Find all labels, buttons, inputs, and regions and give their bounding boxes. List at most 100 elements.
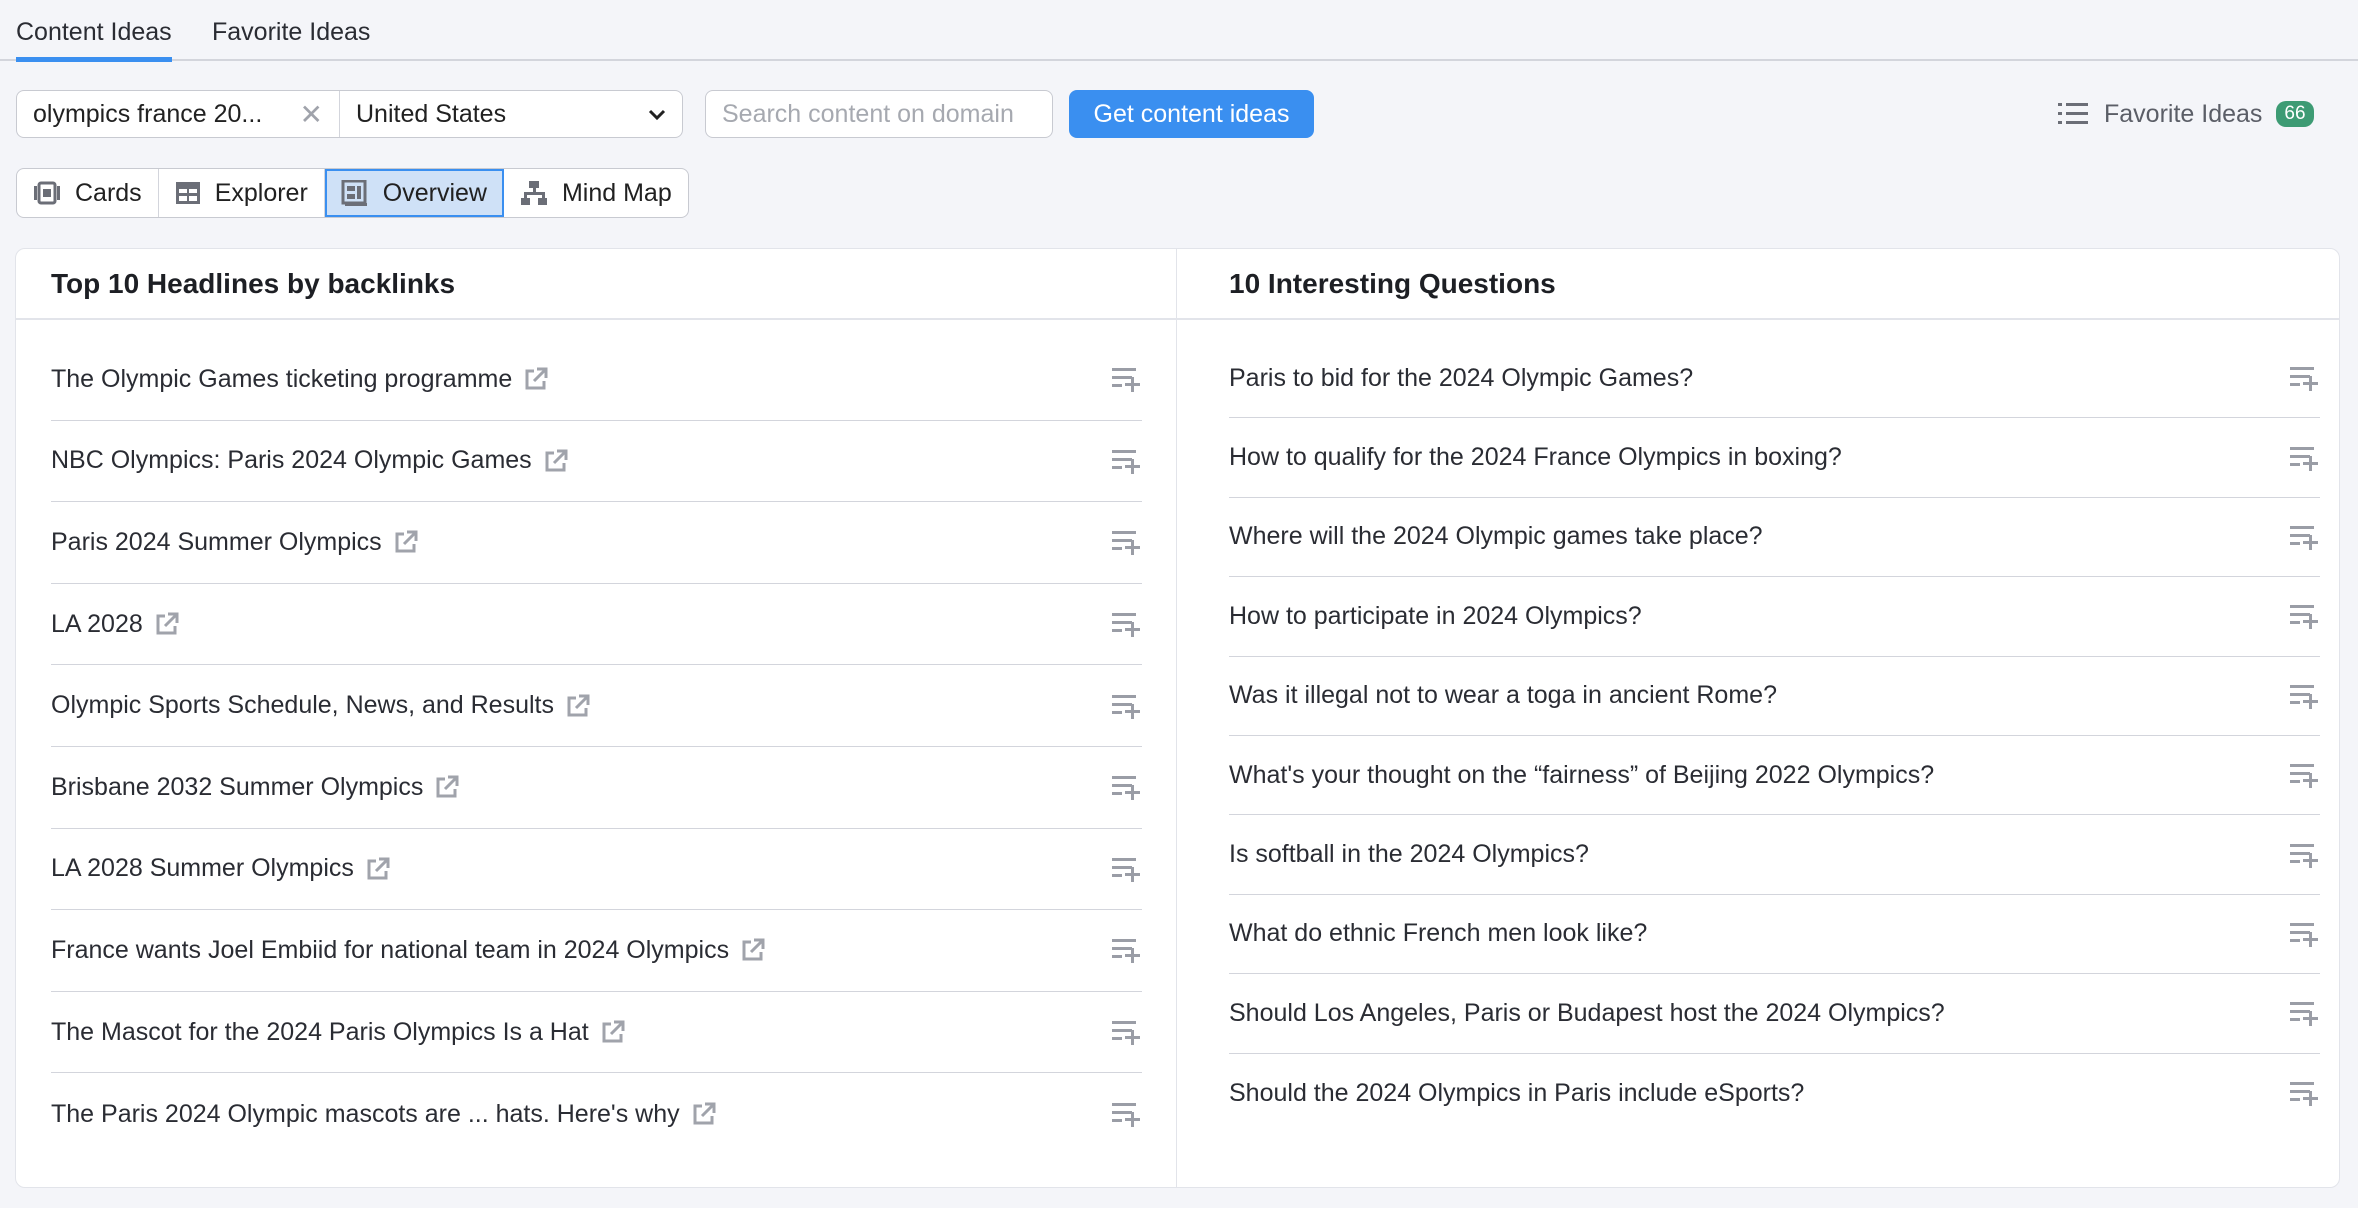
- item-text[interactable]: NBC Olympics: Paris 2024 Olympic Games: [51, 446, 532, 475]
- mind-map-icon: [520, 181, 547, 205]
- list-item: Where will the 2024 Olympic games take p…: [1229, 498, 2320, 578]
- add-to-favorites-icon[interactable]: [1112, 855, 1142, 890]
- external-link-icon[interactable]: [524, 367, 548, 391]
- view-cards[interactable]: Cards: [17, 169, 159, 217]
- list-item: Should the 2024 Olympics in Paris includ…: [1229, 1054, 2320, 1133]
- keyword-country-group: olympics france 20... ✕ United States: [16, 90, 683, 138]
- view-explorer[interactable]: Explorer: [159, 169, 325, 217]
- country-select[interactable]: United States: [340, 91, 682, 137]
- cards-icon: [34, 181, 60, 205]
- list-item: The Paris 2024 Olympic mascots are ... h…: [51, 1073, 1142, 1155]
- add-to-favorites-icon[interactable]: [2290, 523, 2320, 558]
- list-item: Paris 2024 Summer Olympics: [51, 502, 1142, 584]
- list-item: LA 2028: [51, 584, 1142, 666]
- item-text: Where will the 2024 Olympic games take p…: [1229, 522, 1763, 551]
- add-to-favorites-icon[interactable]: [2290, 761, 2320, 796]
- favorites-count-badge: 66: [2276, 101, 2314, 127]
- external-link-icon[interactable]: [741, 938, 765, 962]
- favorite-ideas-button[interactable]: Favorite Ideas 66: [2058, 96, 2314, 132]
- add-to-favorites-icon[interactable]: [2290, 999, 2320, 1034]
- add-to-favorites-icon[interactable]: [2290, 602, 2320, 637]
- get-content-ideas-button[interactable]: Get content ideas: [1069, 90, 1314, 138]
- view-label: Overview: [382, 178, 487, 207]
- item-text[interactable]: Paris 2024 Summer Olympics: [51, 528, 382, 557]
- item-text[interactable]: LA 2028 Summer Olympics: [51, 854, 354, 883]
- add-to-favorites-icon[interactable]: [1112, 447, 1142, 482]
- clear-icon[interactable]: ✕: [300, 98, 323, 131]
- item-text[interactable]: The Mascot for the 2024 Paris Olympics I…: [51, 1018, 589, 1047]
- item-text: How to qualify for the 2024 France Olymp…: [1229, 443, 1842, 472]
- list-item: France wants Joel Embiid for national te…: [51, 910, 1142, 992]
- add-to-favorites-icon[interactable]: [2290, 444, 2320, 479]
- overview-icon: [341, 180, 367, 206]
- list-item: The Olympic Games ticketing programme: [51, 339, 1142, 421]
- view-overview[interactable]: Overview: [324, 169, 504, 217]
- list-item: How to qualify for the 2024 France Olymp…: [1229, 418, 2320, 498]
- item-text: Should Los Angeles, Paris or Budapest ho…: [1229, 998, 1945, 1027]
- add-to-favorites-icon[interactable]: [1112, 936, 1142, 971]
- view-switcher: Cards Explorer Overview Mind Map: [16, 168, 689, 218]
- view-mind-map[interactable]: Mind Map: [504, 169, 688, 217]
- item-text[interactable]: The Paris 2024 Olympic mascots are ... h…: [51, 1100, 680, 1129]
- domain-search-input[interactable]: Search content on domain: [705, 90, 1053, 138]
- list-item: Is softball in the 2024 Olympics?: [1229, 815, 2320, 895]
- add-to-favorites-icon[interactable]: [2290, 841, 2320, 876]
- view-label: Explorer: [214, 178, 308, 207]
- list-item: Paris to bid for the 2024 Olympic Games?: [1229, 339, 2320, 419]
- add-to-favorites-icon[interactable]: [1112, 365, 1142, 400]
- item-text: Was it illegal not to wear a toga in anc…: [1229, 681, 1777, 710]
- tab-bar: Content Ideas Favorite Ideas: [0, 0, 2358, 62]
- list-item: LA 2028 Summer Olympics: [51, 829, 1142, 911]
- list-icon: [2058, 103, 2088, 124]
- item-text[interactable]: The Olympic Games ticketing programme: [51, 365, 512, 394]
- external-link-icon[interactable]: [366, 857, 390, 881]
- item-text[interactable]: France wants Joel Embiid for national te…: [51, 936, 729, 965]
- list-item: What's your thought on the “fairness” of…: [1229, 736, 2320, 816]
- overview-card: Top 10 Headlines by backlinks The Olympi…: [15, 248, 2340, 1188]
- add-to-favorites-icon[interactable]: [2290, 1079, 2320, 1114]
- keyword-input[interactable]: olympics france 20... ✕: [17, 91, 340, 137]
- add-to-favorites-icon[interactable]: [1112, 692, 1142, 727]
- list-item: Brisbane 2032 Summer Olympics: [51, 747, 1142, 829]
- list-item: Was it illegal not to wear a toga in anc…: [1229, 657, 2320, 736]
- add-to-favorites-icon[interactable]: [2290, 920, 2320, 955]
- tab-content-ideas[interactable]: Content Ideas: [16, 18, 172, 62]
- item-text: What's your thought on the “fairness” of…: [1229, 760, 1935, 789]
- external-link-icon[interactable]: [394, 530, 418, 554]
- list-item: NBC Olympics: Paris 2024 Olympic Games: [51, 421, 1142, 503]
- list-item: The Mascot for the 2024 Paris Olympics I…: [51, 992, 1142, 1074]
- chevron-down-icon: [648, 109, 666, 121]
- tab-favorite-ideas[interactable]: Favorite Ideas: [212, 18, 370, 47]
- item-text: Should the 2024 Olympics in Paris includ…: [1229, 1078, 1805, 1107]
- external-link-icon[interactable]: [692, 1102, 716, 1126]
- list-item: Olympic Sports Schedule, News, and Resul…: [51, 665, 1142, 747]
- item-text[interactable]: Olympic Sports Schedule, News, and Resul…: [51, 691, 554, 720]
- external-link-icon[interactable]: [544, 449, 568, 473]
- country-value: United States: [356, 99, 507, 128]
- external-link-icon[interactable]: [155, 612, 179, 636]
- item-text[interactable]: LA 2028: [51, 610, 143, 639]
- item-text[interactable]: Brisbane 2032 Summer Olympics: [51, 773, 423, 802]
- add-to-favorites-icon[interactable]: [1112, 773, 1142, 808]
- questions-panel: 10 Interesting Questions Paris to bid fo…: [1177, 249, 2339, 1187]
- add-to-favorites-icon[interactable]: [1112, 1018, 1142, 1053]
- list-item: What do ethnic French men look like?: [1229, 895, 2320, 975]
- add-to-favorites-icon[interactable]: [2290, 682, 2320, 717]
- item-text: Is softball in the 2024 Olympics?: [1229, 840, 1589, 869]
- headlines-panel: Top 10 Headlines by backlinks The Olympi…: [16, 249, 1177, 1187]
- add-to-favorites-icon[interactable]: [1112, 610, 1142, 645]
- add-to-favorites-icon[interactable]: [1112, 528, 1142, 563]
- add-to-favorites-icon[interactable]: [2290, 364, 2320, 399]
- external-link-icon[interactable]: [566, 694, 590, 718]
- add-to-favorites-icon[interactable]: [1112, 1100, 1142, 1135]
- external-link-icon[interactable]: [435, 775, 459, 799]
- table-icon: [175, 182, 200, 204]
- external-link-icon[interactable]: [601, 1020, 625, 1044]
- view-label: Mind Map: [561, 178, 672, 207]
- questions-title: 10 Interesting Questions: [1177, 249, 2339, 320]
- keyword-value: olympics france 20...: [33, 99, 263, 128]
- item-text: How to participate in 2024 Olympics?: [1229, 601, 1642, 630]
- list-item: How to participate in 2024 Olympics?: [1229, 577, 2320, 657]
- item-text: Paris to bid for the 2024 Olympic Games?: [1229, 363, 1694, 392]
- view-label: Cards: [75, 178, 142, 207]
